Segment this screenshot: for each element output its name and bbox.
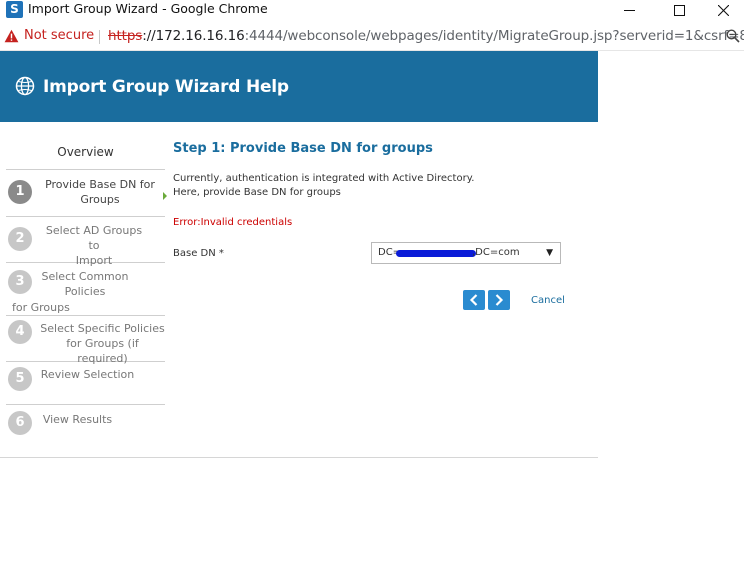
dropdown-caret-icon: ▼	[546, 248, 553, 258]
url-path: :4444/webconsole/webpages/identity/Migra…	[244, 28, 744, 44]
step-label: Provide Base DN for Groups	[45, 178, 155, 206]
step-label: View Results	[42, 413, 113, 426]
step-view-results[interactable]: 6 View Results	[6, 405, 165, 439]
base-dn-label: Base DN *	[173, 248, 224, 259]
base-dn-select[interactable]: DC= ,DC=com ▼	[371, 242, 561, 264]
warning-icon[interactable]	[4, 29, 19, 43]
step-label: Select Specific Policies for Groups (if …	[40, 322, 165, 365]
current-step-arrow-icon	[163, 192, 167, 200]
step-select-common-policies[interactable]: 3 Select Common Policies for Groups	[6, 263, 165, 316]
step-label: Select Common Policies	[41, 270, 129, 298]
not-secure-label[interactable]: Not secure	[24, 27, 94, 45]
close-button[interactable]	[700, 0, 744, 20]
step-label-wrap: for Groups	[12, 301, 70, 314]
step-review-selection[interactable]: 5 Review Selection	[6, 362, 165, 405]
step-select-ad-groups[interactable]: 2 Select AD Groups to Import	[6, 217, 165, 267]
chevron-left-icon	[469, 294, 478, 306]
zoom-icon[interactable]	[726, 29, 740, 43]
step-number-badge: 5	[8, 367, 32, 391]
minimize-icon	[623, 9, 635, 11]
step-number-badge: 4	[8, 320, 32, 344]
window-title: Import Group Wizard - Google Chrome	[28, 1, 268, 16]
step-number-badge: 2	[8, 227, 32, 251]
wizard-header-banner: Import Group Wizard Help	[0, 51, 598, 122]
maximize-icon	[673, 4, 685, 16]
base-dn-value-suffix: ,DC=com	[472, 247, 520, 258]
maximize-button[interactable]	[656, 0, 702, 20]
minimize-button[interactable]	[606, 0, 652, 20]
step-label: Review Selection	[40, 368, 135, 381]
chevron-right-icon	[495, 294, 504, 306]
overview-link[interactable]: Overview	[6, 133, 165, 170]
url-host: ://172.16.16.16	[142, 28, 245, 44]
footer-divider	[0, 457, 598, 458]
globe-icon	[15, 76, 35, 96]
cancel-link[interactable]: Cancel	[531, 294, 565, 308]
step-label: Select AD Groups to Import	[45, 224, 143, 267]
step-number-badge: 1	[8, 180, 32, 204]
address-separator	[99, 30, 100, 44]
step-provide-base-dn[interactable]: 1 Provide Base DN for Groups	[6, 171, 167, 217]
close-icon	[717, 4, 729, 16]
step-title: Step 1: Provide Base DN for groups	[173, 141, 433, 156]
page-title: Import Group Wizard Help	[43, 77, 289, 97]
step-number-badge: 6	[8, 411, 32, 435]
error-message: Error:Invalid credentials	[173, 217, 293, 228]
window-titlebar: S Import Group Wizard - Google Chrome	[0, 0, 744, 22]
step-select-specific-policies[interactable]: 4 Select Specific Policies for Groups (i…	[6, 316, 165, 365]
redaction-mark	[396, 250, 476, 257]
intro-text: Currently, authentication is integrated …	[173, 173, 475, 198]
url-text[interactable]: https://172.16.16.16:4444/webconsole/web…	[108, 27, 744, 45]
address-bar[interactable]: Not secure https://172.16.16.16:4444/web…	[0, 22, 744, 51]
next-button[interactable]	[488, 290, 510, 310]
url-scheme: https	[108, 28, 143, 44]
back-button[interactable]	[463, 290, 485, 310]
step-number-badge: 3	[8, 270, 32, 294]
app-icon: S	[6, 1, 23, 18]
